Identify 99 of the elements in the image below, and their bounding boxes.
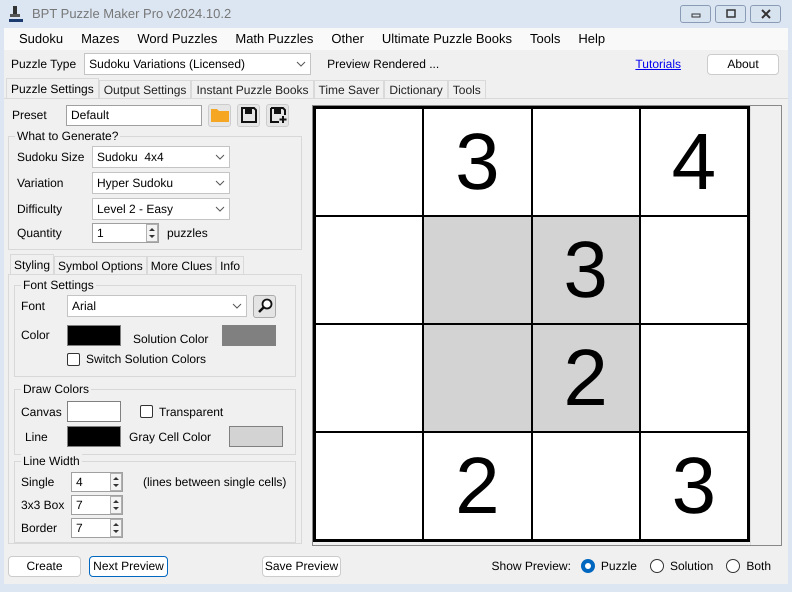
save-preview-button[interactable]: Save Preview	[262, 556, 341, 576]
field-label: Show Preview:	[492, 558, 571, 575]
menu-item[interactable]: Help	[571, 29, 612, 49]
color-swatch[interactable]	[67, 324, 121, 346]
tutorials-link[interactable]: Tutorials	[635, 55, 681, 73]
font-dropdown[interactable]: Arial	[67, 295, 247, 317]
next-preview-button[interactable]: Next Preview	[89, 556, 168, 576]
tab[interactable]: Dictionary	[384, 80, 448, 98]
tab[interactable]: Time Saver	[314, 80, 384, 98]
hint-text: (lines between single cells)	[143, 474, 286, 491]
field-label: Sudoku Size	[16, 148, 86, 166]
folder-icon	[210, 107, 230, 123]
radio-button[interactable]	[650, 559, 664, 573]
puzzle-type-dropdown[interactable]: Sudoku Variations (Licensed)	[84, 53, 312, 75]
dropdown[interactable]: Hyper Sudoku	[92, 172, 230, 194]
field-label: Font	[21, 298, 46, 315]
field-label: Border	[21, 520, 58, 537]
field-label: Quantity	[16, 225, 63, 242]
field-label: 3x3 Box	[21, 497, 66, 514]
tab[interactable]: Instant Puzzle Books	[191, 80, 314, 98]
chevron-down-icon	[296, 61, 306, 67]
cell-digit: 4	[672, 122, 716, 202]
checkbox[interactable]	[67, 352, 80, 366]
color-swatch[interactable]	[229, 426, 283, 447]
field-label: Preset	[11, 107, 48, 124]
field-label: Gray Cell Color	[129, 428, 212, 446]
number-field[interactable]: 7	[71, 518, 123, 538]
cell-digit: 2	[455, 446, 500, 526]
restore-button[interactable]	[715, 5, 746, 23]
radio-label: Both	[746, 558, 771, 575]
group-title: Draw Colors	[21, 382, 92, 396]
radio-label: Solution	[670, 558, 714, 575]
cell-digit: 3	[455, 122, 500, 202]
spinner-arrows-icon	[110, 519, 122, 537]
menu-item[interactable]: Ultimate Puzzle Books	[374, 29, 519, 49]
group-title: Line Width	[21, 454, 82, 468]
unit-label: puzzles	[167, 225, 208, 242]
preset-field[interactable]: Default	[66, 104, 202, 126]
chevron-down-icon	[215, 180, 225, 186]
tab[interactable]: Tools	[448, 80, 486, 98]
tab[interactable]: Symbol Options	[54, 256, 147, 274]
window-title: BPT Puzzle Maker Pro v2024.10.2	[32, 5, 232, 24]
menu-item[interactable]: Mazes	[74, 29, 126, 49]
about-button[interactable]: About	[707, 54, 779, 74]
spinner-arrows-icon	[110, 496, 122, 514]
field-label: Line	[24, 428, 49, 446]
tab[interactable]: Output Settings	[98, 80, 192, 98]
field-label: Difficulty	[16, 200, 64, 218]
checkbox[interactable]	[140, 405, 153, 418]
dropdown[interactable]: Sudoku 4x4	[92, 146, 230, 168]
magnifier-icon	[256, 298, 272, 314]
radio-label: Puzzle	[600, 558, 637, 575]
save-button[interactable]	[237, 104, 260, 126]
floppy-disk-plus-icon	[268, 106, 286, 124]
field-label: Variation	[16, 174, 64, 192]
radio-button[interactable]	[726, 559, 740, 573]
group-title: What to Generate?	[15, 129, 120, 143]
field-label: Solution Color	[133, 331, 210, 348]
checkbox-label: Transparent	[159, 404, 224, 420]
minimize-button[interactable]	[680, 5, 711, 23]
tab[interactable]: Puzzle Settings	[6, 78, 99, 98]
number-field[interactable]: 1	[92, 223, 159, 243]
color-swatch[interactable]	[67, 426, 121, 447]
menu-item[interactable]: Other	[324, 29, 371, 49]
dropdown[interactable]: Level 2 - Easy	[92, 198, 230, 220]
menu-item[interactable]: Math Puzzles	[228, 29, 320, 49]
menu-item[interactable]: Tools	[522, 29, 568, 49]
radio-button[interactable]	[580, 559, 595, 573]
save-as-button[interactable]	[266, 104, 289, 126]
checkbox-label: Switch Solution Colors	[86, 351, 206, 368]
cell-digit: 3	[563, 230, 608, 310]
tab[interactable]: Info	[216, 256, 244, 274]
status-text: Preview Rendered ...	[327, 56, 440, 73]
color-swatch[interactable]	[222, 324, 276, 346]
menu-item[interactable]: Word Puzzles	[130, 29, 224, 49]
chevron-down-icon	[215, 206, 225, 212]
menu-item[interactable]: Sudoku	[12, 29, 70, 49]
field-label: Puzzle Type	[11, 56, 76, 73]
cell-digit: 2	[563, 338, 608, 418]
restore-icon	[724, 9, 736, 19]
spinner-arrows-icon	[110, 473, 122, 491]
create-button[interactable]: Create	[8, 556, 81, 576]
group-title: Font Settings	[21, 278, 96, 292]
close-button[interactable]	[750, 5, 781, 23]
tab[interactable]: Styling	[10, 254, 54, 274]
cell-digit: 3	[672, 446, 716, 526]
field-label: Canvas	[21, 404, 63, 420]
close-icon	[760, 9, 772, 19]
font-search-button[interactable]	[253, 294, 276, 318]
field-label: Single	[21, 474, 56, 491]
chevron-down-icon	[232, 303, 242, 309]
tab[interactable]: More Clues	[146, 256, 216, 274]
number-field[interactable]: 7	[71, 495, 123, 515]
spinner-arrows-icon	[146, 224, 158, 242]
field-label: Color	[21, 327, 51, 344]
app-logo-icon	[8, 5, 24, 23]
number-field[interactable]: 4	[71, 472, 123, 492]
chevron-down-icon	[215, 154, 225, 160]
color-swatch[interactable]	[67, 401, 121, 422]
